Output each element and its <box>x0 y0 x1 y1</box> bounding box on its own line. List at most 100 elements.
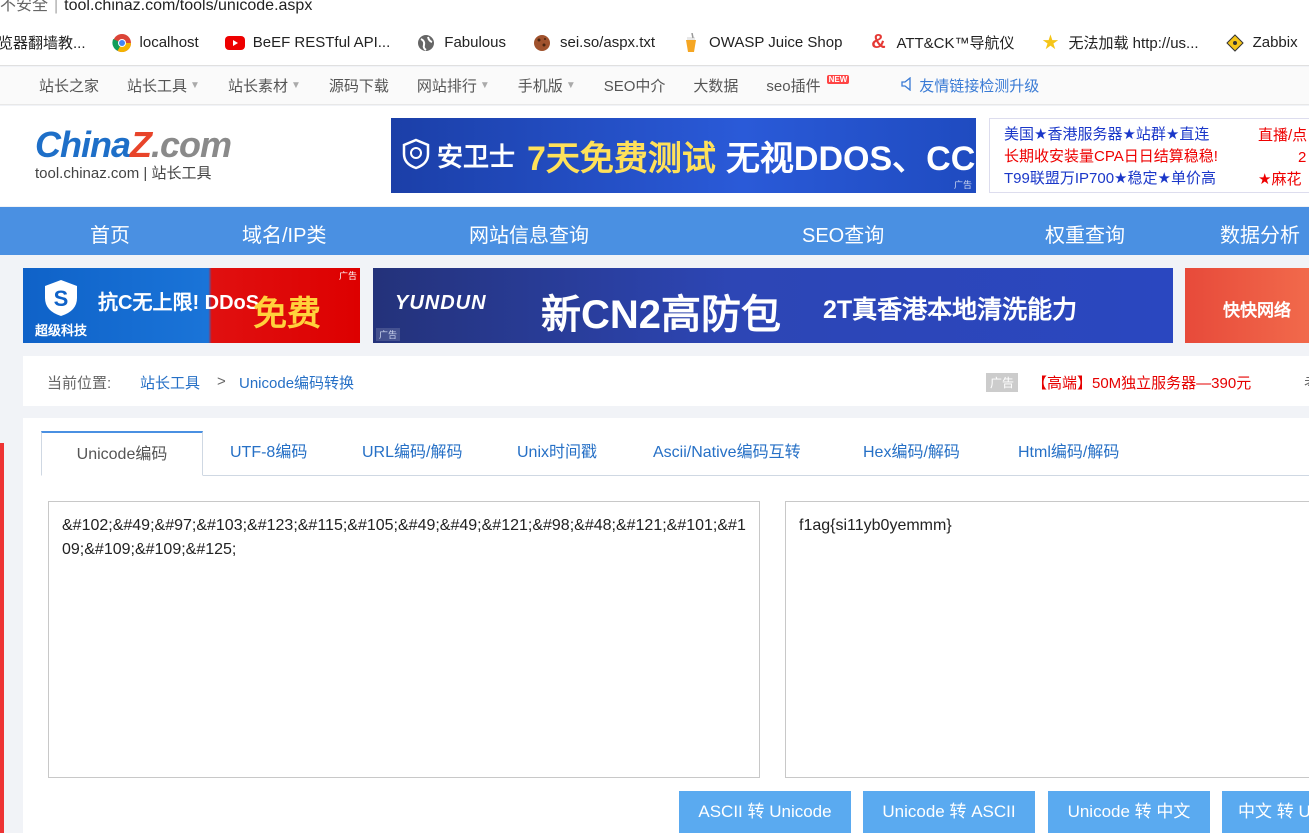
header-ad-banner[interactable]: 安卫士 7天免费测试 无视DDOS、CC 广告 <box>391 118 976 193</box>
caret-down-icon: ▼ <box>190 80 200 91</box>
bookmark-label: OWASP Juice Shop <box>709 34 843 51</box>
site-header: ChinaZ.com tool.chinaz.com | 站长工具 安卫士 7天… <box>0 106 1309 206</box>
logo-china: China <box>35 124 131 165</box>
caret-down-icon: ▼ <box>479 80 490 91</box>
output-textarea[interactable]: f1ag{si11yb0yemmm} <box>785 501 1309 778</box>
topnav-label: 站长工具 <box>127 78 188 95</box>
address-bar[interactable]: 不安全 | tool.chinaz.com/tools/unicode.aspx <box>0 0 1309 20</box>
topnav-rank[interactable]: 网站排行 ▼ <box>417 75 490 96</box>
topnav-label: 网站排行 <box>416 78 477 95</box>
bookmark-label: 览器翻墙教... <box>0 35 86 52</box>
topnav-label: SEO中介 <box>603 78 666 95</box>
nav-weight[interactable]: 权重查询 <box>1045 219 1125 248</box>
bookmark-label: 无法加载 http://us... <box>1068 35 1199 52</box>
bookmark-item[interactable]: OWASP Juice Shop <box>681 32 843 53</box>
topnav-mobile[interactable]: 手机版 ▼ <box>518 75 576 96</box>
bookmark-item[interactable]: BeEF RESTful API... <box>224 33 390 53</box>
upgrade-link-label: 友情链接检测升级 <box>919 78 1040 95</box>
server-ad-link[interactable]: 【高端】50M独立服务器—390元 <box>1032 372 1251 393</box>
input-textarea[interactable]: &#102;&#49;&#97;&#103;&#123;&#115;&#105;… <box>48 501 760 778</box>
text-ads: 美国★香港服务器★站群★直连 长期收安装量CPA日日结算稳稳! T99联盟万IP… <box>989 118 1309 193</box>
breadcrumb-tools-link[interactable]: 站长工具 <box>140 372 200 393</box>
banner-middle-main: 新CN2高防包 <box>541 293 782 337</box>
topnav-label: 站长素材 <box>227 78 288 95</box>
tab-url[interactable]: URL编码/解码 <box>362 431 462 476</box>
tab-hex[interactable]: Hex编码/解码 <box>863 431 960 476</box>
bookmark-label: Fabulous <box>444 34 506 51</box>
tool-panel: Unicode编码 UTF-8编码 URL编码/解码 Unix时间戳 Ascii… <box>23 418 1309 833</box>
globe-icon <box>416 33 436 53</box>
banner-middle-sub: 2T真香港本地清洗能力 <box>823 296 1078 324</box>
logo-com: .com <box>151 124 232 165</box>
topnav-tools[interactable]: 站长工具 ▼ <box>127 75 200 96</box>
nav-home[interactable]: 首页 <box>90 219 130 248</box>
breadcrumb-more[interactable]: 考 <box>1304 372 1309 393</box>
chinese-to-unicode-button[interactable]: 中文 转 Unicode <box>1222 791 1309 833</box>
breadcrumb-current[interactable]: Unicode编码转换 <box>239 372 354 393</box>
topnav-label: 手机版 <box>517 78 563 95</box>
unicode-to-ascii-button[interactable]: Unicode 转 ASCII <box>863 791 1035 833</box>
banner-ad-left[interactable]: S 抗C无上限! DDoS 超级科技 免费 广告 <box>23 268 360 343</box>
shield-icon <box>401 138 431 173</box>
topnav-seo-agency[interactable]: SEO中介 <box>604 75 666 96</box>
ad-tag: 广告 <box>376 328 401 341</box>
nav-seo[interactable]: SEO查询 <box>802 219 884 248</box>
upgrade-link[interactable]: 友情链接检测升级 <box>901 75 1039 96</box>
topnav-bigdata[interactable]: 大数据 <box>693 75 738 96</box>
bookmark-item[interactable]: localhost <box>111 33 199 53</box>
tab-html[interactable]: Html编码/解码 <box>1018 431 1119 476</box>
tab-unicode[interactable]: Unicode编码 <box>41 431 203 476</box>
ascii-to-unicode-button[interactable]: ASCII 转 Unicode <box>679 791 851 833</box>
left-edge-accent <box>0 443 4 833</box>
tab-unix-time[interactable]: Unix时间戳 <box>517 431 597 476</box>
diamond-icon <box>1225 33 1245 53</box>
banner-left-title: 抗C无上限! DDoS <box>98 292 260 314</box>
logo-z: Z <box>130 124 152 165</box>
topnav-home[interactable]: 站长之家 <box>39 75 99 96</box>
tab-ascii-native[interactable]: Ascii/Native编码互转 <box>653 431 801 476</box>
ad-tag: 广告 <box>338 271 357 281</box>
banner-left-company: 超级科技 <box>35 323 88 338</box>
main-nav: 首页 域名/IP类 网站信息查询 SEO查询 权重查询 数据分析 <box>0 207 1309 255</box>
bookmark-item[interactable]: & ATT&CK™导航仪 <box>868 31 1015 53</box>
bookmark-label: sei.so/aspx.txt <box>560 34 656 51</box>
topnav-source[interactable]: 源码下载 <box>329 75 389 96</box>
caret-down-icon: ▼ <box>290 80 301 91</box>
ad-tag: 广告 <box>986 373 1019 392</box>
tab-utf8[interactable]: UTF-8编码 <box>230 431 307 476</box>
topnav-materials[interactable]: 站长素材 ▼ <box>228 75 301 96</box>
bookmark-label: ATT&CK™导航仪 <box>896 35 1015 52</box>
nav-data-analysis[interactable]: 数据分析 <box>1220 219 1300 248</box>
cookie-icon <box>532 33 552 53</box>
topnav-label: 大数据 <box>693 78 739 95</box>
banner-ad-right[interactable]: 快快网络 <box>1185 268 1309 343</box>
chinaz-logo[interactable]: ChinaZ.com tool.chinaz.com | 站长工具 <box>35 124 232 183</box>
bookmark-item[interactable]: 览器翻墙教... <box>0 32 86 53</box>
text-ad-link[interactable]: 2 <box>1258 147 1307 169</box>
bookmark-item[interactable]: Fabulous <box>416 33 506 53</box>
topnav-label: 站长之家 <box>39 78 100 95</box>
topnav-seo-plugin[interactable]: seo插件 NEW <box>766 75 850 96</box>
breadcrumb-label: 当前位置: <box>47 375 112 392</box>
nav-site-info[interactable]: 网站信息查询 <box>469 219 589 248</box>
bookmark-item[interactable]: sei.so/aspx.txt <box>532 33 655 53</box>
url-text[interactable]: tool.chinaz.com/tools/unicode.aspx <box>64 0 312 14</box>
bookmark-label: localhost <box>139 34 199 51</box>
security-indicator[interactable]: 不安全 <box>0 0 48 14</box>
shield-s-icon: S <box>41 278 81 321</box>
bookmark-item[interactable]: ★ 无法加载 http://us... <box>1041 32 1199 54</box>
nav-domain-ip[interactable]: 域名/IP类 <box>242 219 326 248</box>
bookmarks-bar: 览器翻墙教... localhost BeEF RESTful API... F… <box>0 20 1309 66</box>
bookmark-item[interactable]: Zabbix <box>1225 33 1298 53</box>
text-ad-link[interactable]: ★麻花 <box>1258 169 1307 191</box>
new-badge: NEW <box>826 75 850 84</box>
address-separator: | <box>54 0 59 14</box>
text-ad-link[interactable]: 直播/点 <box>1258 125 1307 147</box>
banner-left-free: 免费 <box>253 295 321 333</box>
banner-ad-middle[interactable]: YUNDUN 新CN2高防包 2T真香港本地清洗能力 广告 <box>373 268 1173 343</box>
banner-middle-brand: YUNDUN <box>395 292 487 314</box>
star-icon: ★ <box>1041 32 1060 54</box>
logo-wordmark: ChinaZ.com <box>35 124 232 166</box>
ad-brand: 安卫士 <box>437 142 516 172</box>
unicode-to-chinese-button[interactable]: Unicode 转 中文 <box>1048 791 1210 833</box>
